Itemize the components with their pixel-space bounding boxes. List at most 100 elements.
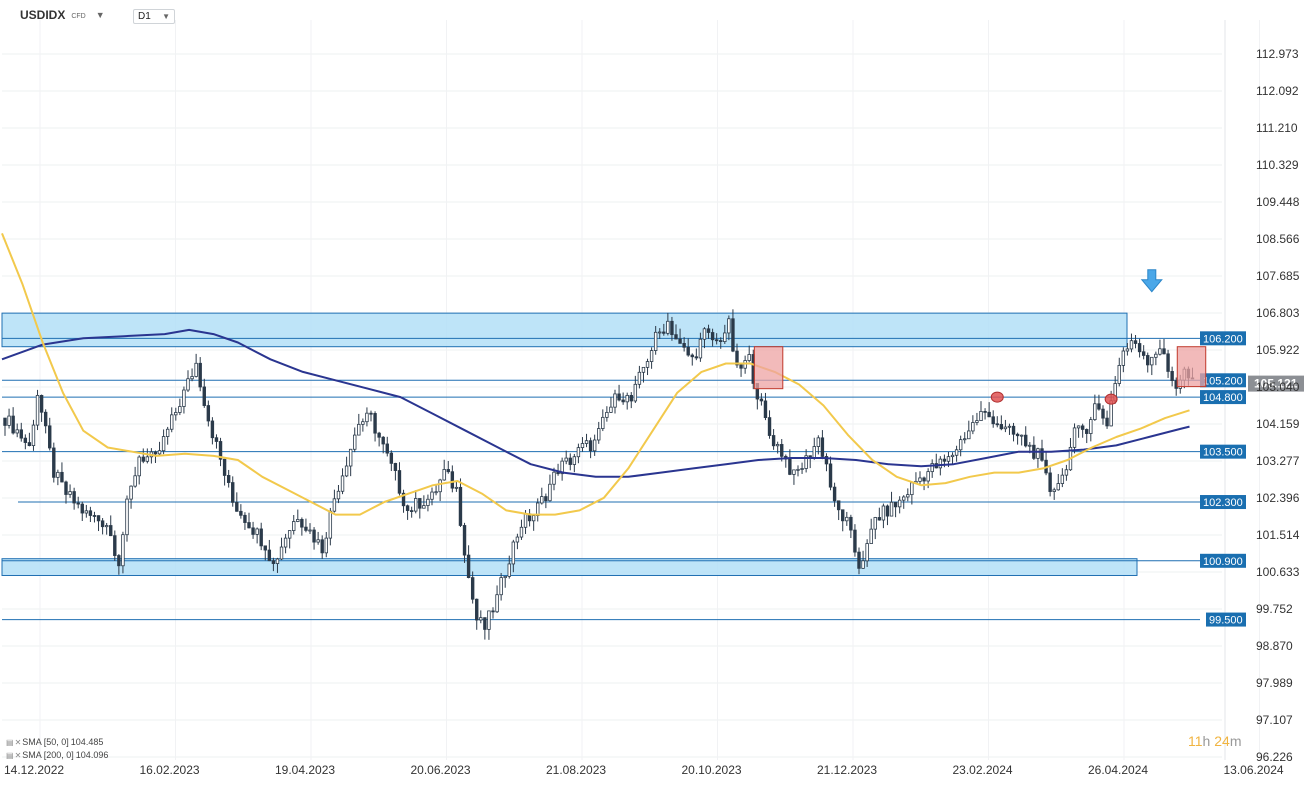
candle-body: [552, 471, 556, 485]
legend-sma50[interactable]: ▤ ✕ SMA [50, 0] 104.485: [6, 737, 103, 747]
candle: [824, 453, 829, 472]
candle-body: [1162, 348, 1166, 355]
candle-body: [1121, 350, 1126, 366]
candle: [109, 515, 113, 537]
settings-icon[interactable]: ▤: [6, 751, 14, 760]
candle: [979, 401, 983, 422]
chart-canvas[interactable]: 106.200 105.200 104.800 103.500 102.300 100.9…: [0, 0, 1315, 787]
x-tick-label: 13.06.2024: [1224, 763, 1284, 777]
candle-body: [767, 417, 772, 436]
candle-body: [1085, 429, 1089, 434]
candle-body: [963, 438, 967, 441]
candle: [621, 392, 625, 405]
candle-body: [182, 389, 186, 407]
candle: [304, 518, 308, 533]
candle-body: [35, 394, 40, 426]
candle: [983, 408, 987, 420]
candle-body: [1007, 425, 1012, 428]
candle-body: [104, 525, 109, 528]
candle: [1007, 423, 1012, 435]
candle: [519, 519, 524, 540]
candle: [72, 487, 76, 510]
candle: [1141, 345, 1146, 360]
candle-body: [686, 346, 690, 356]
candle-body: [836, 500, 841, 511]
candle: [605, 406, 609, 422]
candle-body: [788, 458, 792, 475]
candle: [1085, 428, 1089, 444]
candle-body: [64, 481, 68, 495]
candle: [222, 458, 227, 486]
candle: [1146, 352, 1150, 373]
candle-body: [1024, 434, 1028, 447]
candle-body: [332, 498, 337, 512]
close-icon[interactable]: ✕: [15, 751, 22, 760]
candle-body: [96, 515, 101, 522]
candle: [15, 423, 19, 438]
candle-body: [897, 499, 902, 508]
candle-body: [462, 525, 467, 556]
candle-body: [129, 485, 133, 500]
candle-body: [1158, 348, 1162, 355]
candle: [414, 490, 418, 514]
settings-icon[interactable]: ▤: [6, 738, 14, 747]
candle-body: [487, 610, 491, 630]
candle: [161, 429, 166, 455]
candle-body: [881, 505, 886, 521]
candle-body: [263, 545, 267, 551]
legend-sma200[interactable]: ▤ ✕ SMA [200, 0] 104.096: [6, 750, 108, 760]
candle-body: [739, 364, 743, 369]
candle-body: [88, 510, 93, 516]
candle: [963, 432, 967, 444]
candle: [344, 456, 349, 478]
candle-body: [637, 371, 642, 385]
candle: [214, 434, 219, 449]
candle: [259, 522, 263, 551]
candle-body: [605, 411, 609, 418]
chevron-down-icon: ▼: [162, 12, 170, 21]
y-tick-label: 107.685: [1256, 269, 1300, 283]
candle: [235, 492, 239, 512]
candle-body: [434, 491, 438, 494]
candle-body: [938, 458, 943, 469]
candle-body: [141, 456, 145, 462]
candle-body: [1137, 343, 1142, 353]
candle-body: [609, 406, 613, 413]
candle: [218, 437, 223, 467]
y-tick-label: 105.040: [1256, 380, 1300, 394]
candle-body: [466, 554, 471, 578]
level-tag-label: 106.200: [1203, 333, 1243, 345]
candle-body: [629, 394, 633, 402]
candle: [625, 392, 629, 410]
candle-body: [666, 320, 670, 334]
timeframe-select[interactable]: D1 ▼: [133, 9, 175, 24]
candle: [788, 449, 792, 476]
candle-body: [918, 477, 922, 482]
candle-body: [458, 486, 463, 526]
candle-body: [902, 496, 906, 501]
candle-body: [231, 482, 235, 503]
close-icon[interactable]: ✕: [15, 738, 22, 747]
candle-body: [507, 563, 511, 577]
candle: [442, 459, 446, 481]
candle-body: [365, 412, 369, 423]
candle: [930, 459, 934, 478]
instrument-type: CFD: [71, 13, 86, 20]
candle-body: [832, 486, 837, 502]
candle-body: [519, 526, 524, 538]
candle-body: [971, 422, 975, 432]
candle-body: [1170, 371, 1174, 382]
candle-body: [170, 414, 174, 430]
candle: [336, 485, 341, 504]
candle-body: [885, 505, 890, 517]
grid: [2, 20, 1260, 760]
candle-body: [1052, 489, 1056, 492]
candle: [531, 515, 536, 531]
candle: [1076, 425, 1081, 438]
candle: [182, 386, 186, 414]
candle: [409, 506, 414, 518]
y-tick-label: 103.277: [1256, 454, 1300, 468]
candle-body: [226, 475, 231, 483]
x-tick-label: 16.02.2023: [140, 763, 200, 777]
symbol-dropdown-icon[interactable]: ▼: [96, 10, 105, 20]
